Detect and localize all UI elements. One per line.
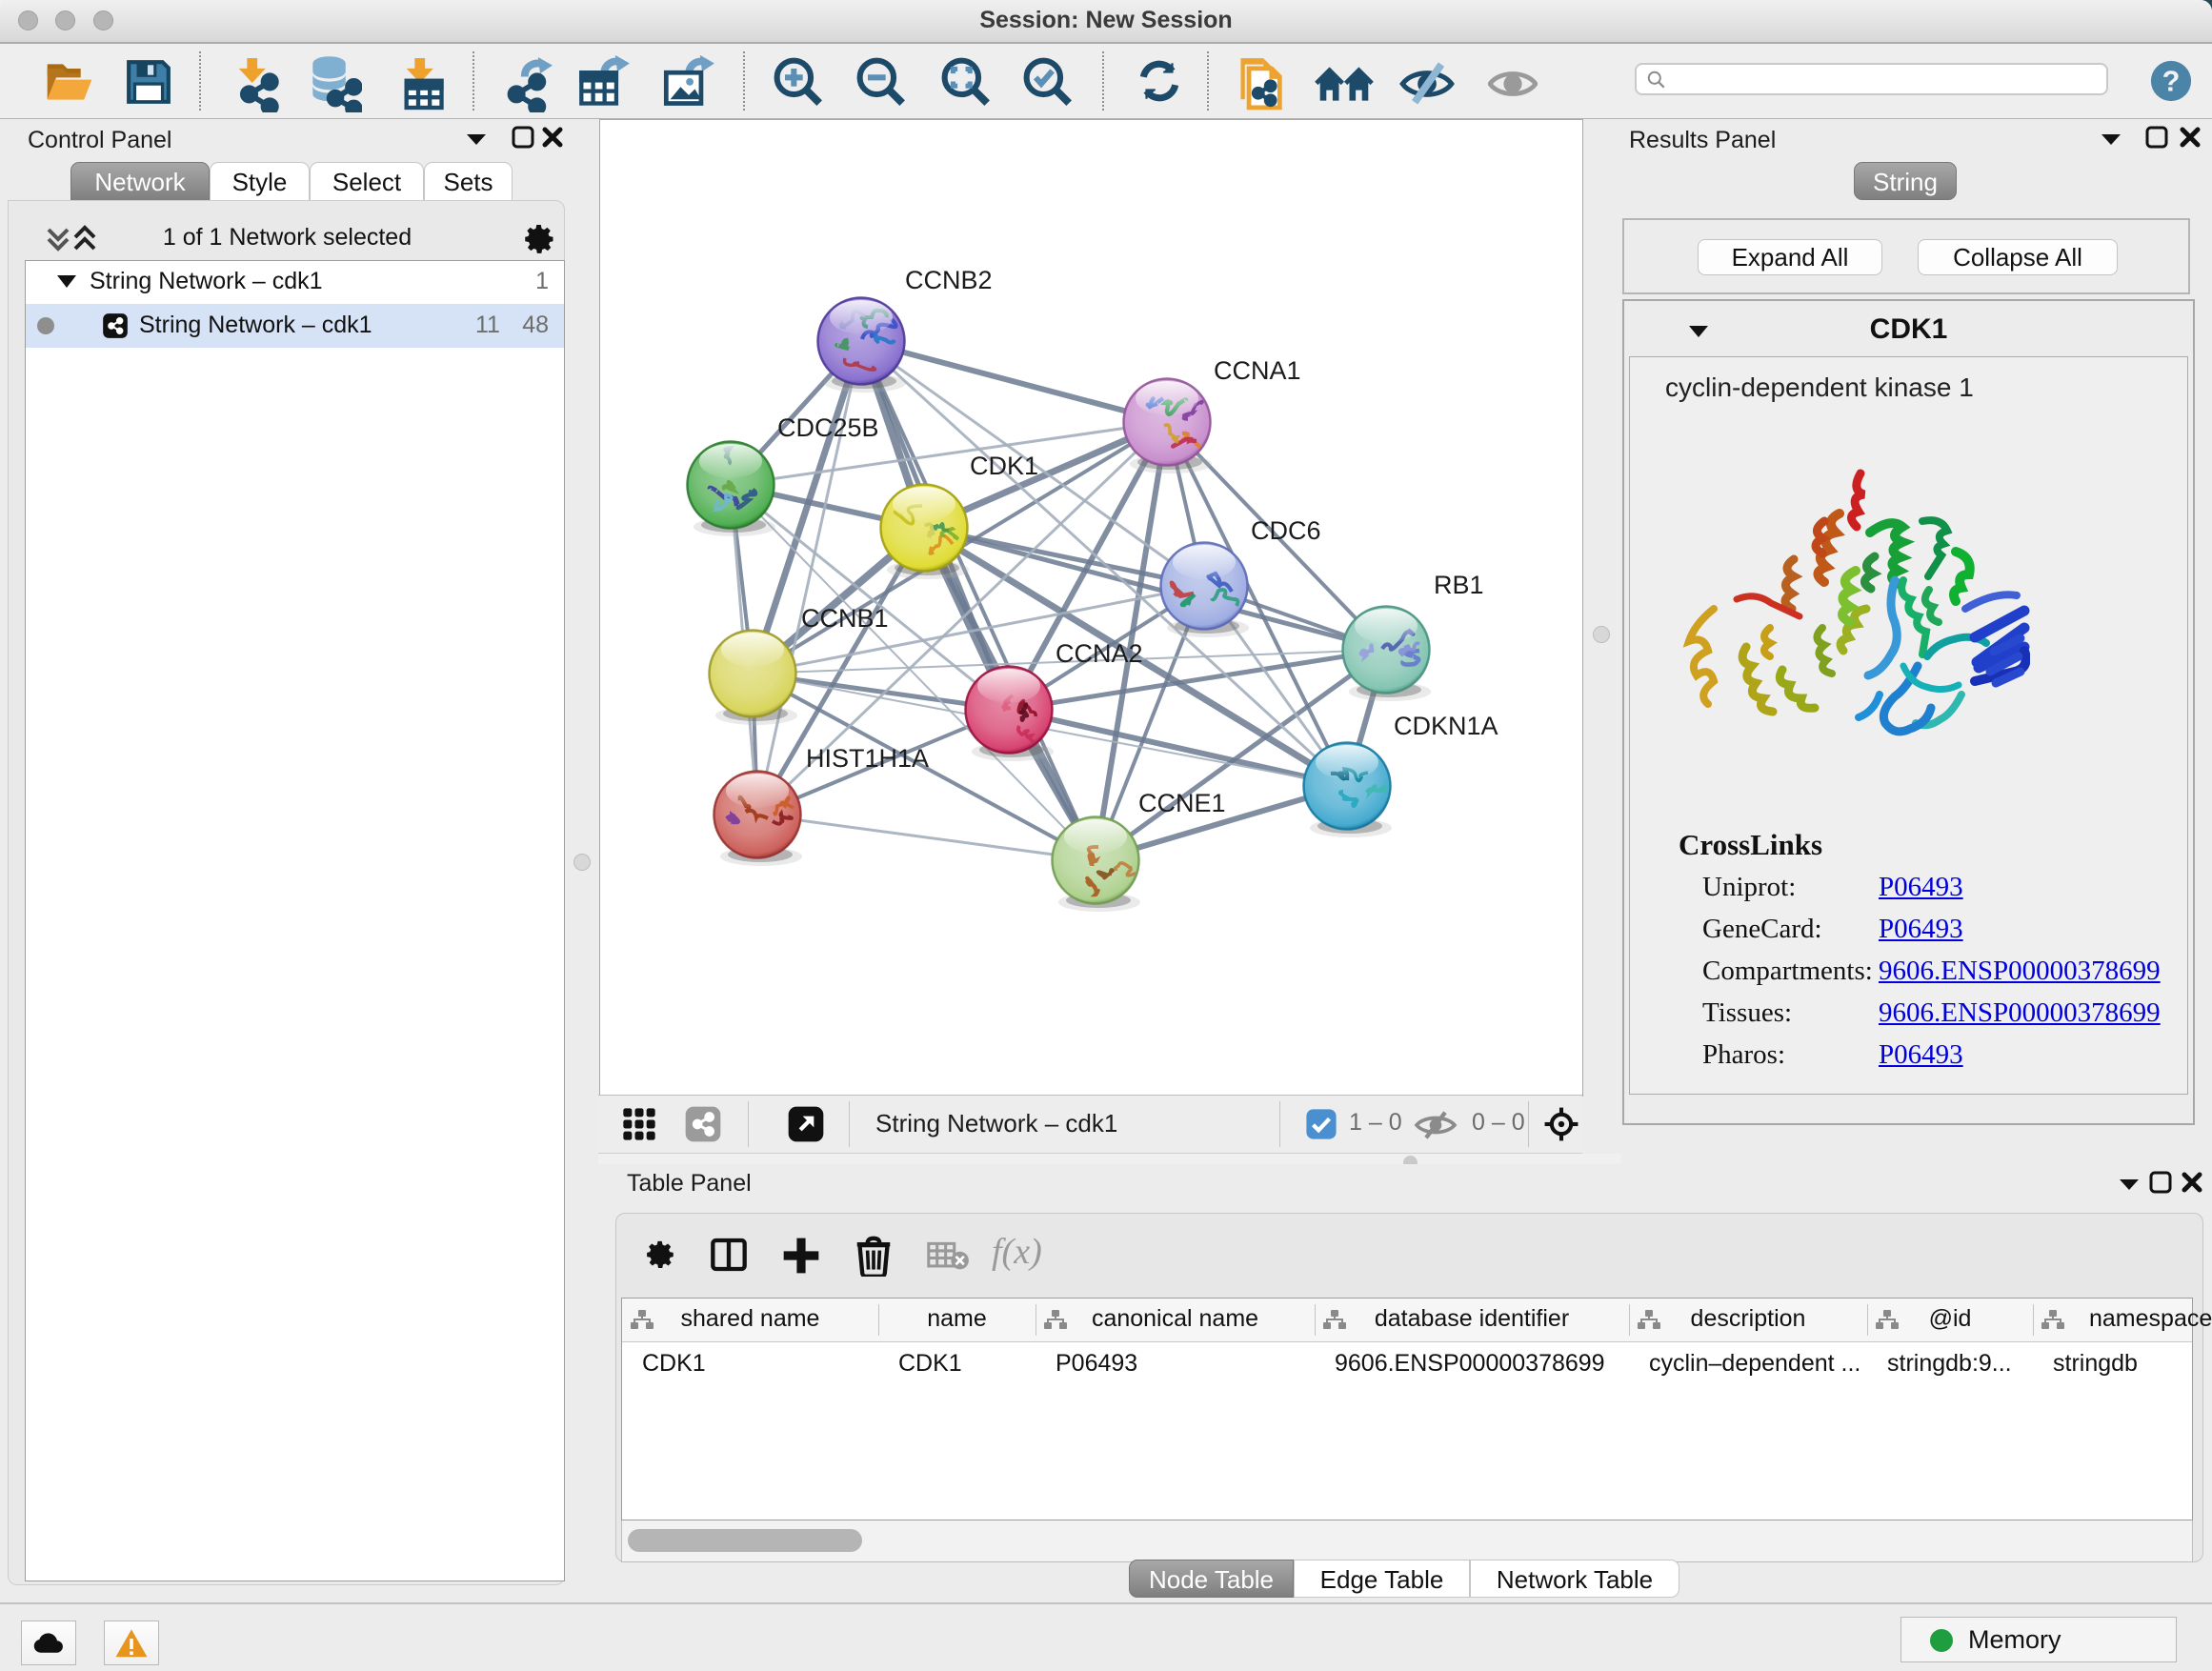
svg-text:CCNE1: CCNE1 xyxy=(1138,789,1226,817)
svg-text:CDC25B: CDC25B xyxy=(777,413,879,442)
svg-text:?: ? xyxy=(2162,66,2181,98)
svg-text:CCNA2: CCNA2 xyxy=(1056,639,1143,668)
svg-text:CCNA1: CCNA1 xyxy=(1214,356,1301,385)
svg-text:CDC6: CDC6 xyxy=(1251,516,1321,545)
svg-text:CDKN1A: CDKN1A xyxy=(1394,712,1498,740)
svg-text:CCNB1: CCNB1 xyxy=(801,604,889,633)
svg-text:HIST1H1A: HIST1H1A xyxy=(806,744,929,773)
svg-text:RB1: RB1 xyxy=(1434,571,1484,599)
svg-text:CCNB2: CCNB2 xyxy=(905,266,993,294)
svg-text:CDK1: CDK1 xyxy=(970,452,1038,480)
